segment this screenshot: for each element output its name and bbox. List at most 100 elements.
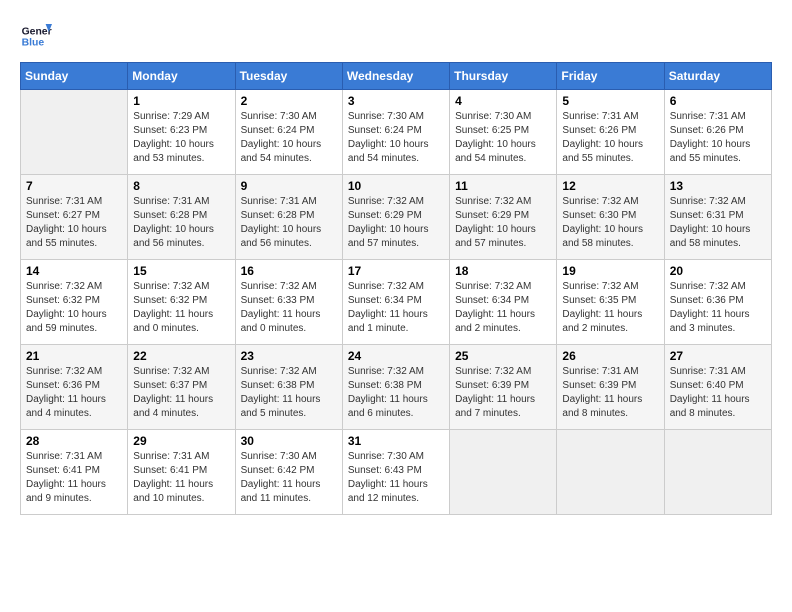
day-number: 23 [241,349,337,363]
day-info: Sunrise: 7:32 AMSunset: 6:39 PMDaylight:… [455,365,551,421]
day-number: 11 [455,179,551,193]
day-info: Sunrise: 7:30 AMSunset: 6:24 PMDaylight:… [348,110,444,166]
page-header: General Blue [20,20,772,52]
week-row-2: 7 Sunrise: 7:31 AMSunset: 6:27 PMDaylight… [21,175,772,260]
day-number: 3 [348,94,444,108]
day-number: 29 [133,434,229,448]
calendar-cell [557,430,664,515]
day-number: 27 [670,349,766,363]
day-number: 2 [241,94,337,108]
week-row-5: 28Sunrise: 7:31 AMSunset: 6:41 PMDayligh… [21,430,772,515]
calendar-cell: 21 Sunrise: 7:32 AMSunset: 6:36 PMDayligh… [21,345,128,430]
weekday-sunday: Sunday [21,63,128,90]
day-number: 21 [26,349,122,363]
calendar-cell: 7 Sunrise: 7:31 AMSunset: 6:27 PMDaylight… [21,175,128,260]
week-row-1: 1 Sunrise: 7:29 AMSunset: 6:23 PMDaylight… [21,90,772,175]
calendar-table: SundayMondayTuesdayWednesdayThursdayFrid… [20,62,772,515]
weekday-monday: Monday [128,63,235,90]
calendar-cell: 18Sunrise: 7:32 AMSunset: 6:34 PMDayligh… [450,260,557,345]
day-number: 5 [562,94,658,108]
day-number: 10 [348,179,444,193]
svg-text:Blue: Blue [22,38,45,49]
day-info: Sunrise: 7:32 AMSunset: 6:38 PMDaylight:… [348,365,444,421]
week-row-4: 21 Sunrise: 7:32 AMSunset: 6:36 PMDayligh… [21,345,772,430]
weekday-thursday: Thursday [450,63,557,90]
day-info: Sunrise: 7:31 AMSunset: 6:28 PMDaylight:… [241,195,337,251]
calendar-cell: 5 Sunrise: 7:31 AMSunset: 6:26 PMDaylight… [557,90,664,175]
day-number: 31 [348,434,444,448]
calendar-cell: 16Sunrise: 7:32 AMSunset: 6:33 PMDayligh… [235,260,342,345]
calendar-cell: 9 Sunrise: 7:31 AMSunset: 6:28 PMDaylight… [235,175,342,260]
weekday-saturday: Saturday [664,63,771,90]
day-info: Sunrise: 7:30 AMSunset: 6:42 PMDaylight:… [241,450,337,506]
calendar-cell: 25 Sunrise: 7:32 AMSunset: 6:39 PMDayligh… [450,345,557,430]
week-row-3: 14Sunrise: 7:32 AMSunset: 6:32 PMDayligh… [21,260,772,345]
calendar-cell: 23Sunrise: 7:32 AMSunset: 6:38 PMDayligh… [235,345,342,430]
calendar-cell: 14Sunrise: 7:32 AMSunset: 6:32 PMDayligh… [21,260,128,345]
calendar-cell: 4Sunrise: 7:30 AMSunset: 6:25 PMDaylight… [450,90,557,175]
calendar-cell: 15 Sunrise: 7:32 AMSunset: 6:32 PMDayligh… [128,260,235,345]
day-info: Sunrise: 7:32 AMSunset: 6:32 PMDaylight:… [133,280,229,336]
day-number: 9 [241,179,337,193]
day-number: 26 [562,349,658,363]
logo-icon: General Blue [20,20,52,52]
calendar-cell: 19Sunrise: 7:32 AMSunset: 6:35 PMDayligh… [557,260,664,345]
day-info: Sunrise: 7:31 AMSunset: 6:27 PMDaylight:… [26,195,122,251]
day-number: 25 [455,349,551,363]
day-info: Sunrise: 7:32 AMSunset: 6:37 PMDaylight:… [133,365,229,421]
day-info: Sunrise: 7:32 AMSunset: 6:30 PMDaylight:… [562,195,658,251]
day-info: Sunrise: 7:32 AMSunset: 6:31 PMDaylight:… [670,195,766,251]
day-info: Sunrise: 7:32 AMSunset: 6:36 PMDaylight:… [26,365,122,421]
day-number: 30 [241,434,337,448]
day-info: Sunrise: 7:29 AMSunset: 6:23 PMDaylight:… [133,110,229,166]
day-info: Sunrise: 7:31 AMSunset: 6:28 PMDaylight:… [133,195,229,251]
calendar-cell: 12Sunrise: 7:32 AMSunset: 6:30 PMDayligh… [557,175,664,260]
day-info: Sunrise: 7:32 AMSunset: 6:29 PMDaylight:… [348,195,444,251]
calendar-cell: 8 Sunrise: 7:31 AMSunset: 6:28 PMDaylight… [128,175,235,260]
day-number: 22 [133,349,229,363]
day-number: 24 [348,349,444,363]
weekday-tuesday: Tuesday [235,63,342,90]
calendar-cell: 28Sunrise: 7:31 AMSunset: 6:41 PMDayligh… [21,430,128,515]
calendar-cell: 20 Sunrise: 7:32 AMSunset: 6:36 PMDayligh… [664,260,771,345]
day-number: 18 [455,264,551,278]
calendar-cell: 2 Sunrise: 7:30 AMSunset: 6:24 PMDaylight… [235,90,342,175]
day-number: 17 [348,264,444,278]
day-info: Sunrise: 7:31 AMSunset: 6:26 PMDaylight:… [562,110,658,166]
calendar-cell [450,430,557,515]
calendar-cell: 1 Sunrise: 7:29 AMSunset: 6:23 PMDaylight… [128,90,235,175]
calendar-cell: 17 Sunrise: 7:32 AMSunset: 6:34 PMDayligh… [342,260,449,345]
day-number: 6 [670,94,766,108]
calendar-cell: 30 Sunrise: 7:30 AMSunset: 6:42 PMDayligh… [235,430,342,515]
calendar-cell: 31 Sunrise: 7:30 AMSunset: 6:43 PMDayligh… [342,430,449,515]
day-number: 4 [455,94,551,108]
logo: General Blue [20,20,52,52]
calendar-cell: 3 Sunrise: 7:30 AMSunset: 6:24 PMDaylight… [342,90,449,175]
day-info: Sunrise: 7:32 AMSunset: 6:34 PMDaylight:… [348,280,444,336]
day-info: Sunrise: 7:32 AMSunset: 6:33 PMDaylight:… [241,280,337,336]
day-number: 20 [670,264,766,278]
calendar-cell [664,430,771,515]
day-info: Sunrise: 7:30 AMSunset: 6:24 PMDaylight:… [241,110,337,166]
calendar-cell: 26 Sunrise: 7:31 AMSunset: 6:39 PMDayligh… [557,345,664,430]
day-number: 15 [133,264,229,278]
day-info: Sunrise: 7:32 AMSunset: 6:36 PMDaylight:… [670,280,766,336]
day-number: 8 [133,179,229,193]
calendar-cell: 6 Sunrise: 7:31 AMSunset: 6:26 PMDaylight… [664,90,771,175]
day-number: 1 [133,94,229,108]
day-info: Sunrise: 7:31 AMSunset: 6:41 PMDaylight:… [133,450,229,506]
calendar-cell [21,90,128,175]
calendar-cell: 11 Sunrise: 7:32 AMSunset: 6:29 PMDayligh… [450,175,557,260]
calendar-cell: 27Sunrise: 7:31 AMSunset: 6:40 PMDayligh… [664,345,771,430]
calendar-cell: 24 Sunrise: 7:32 AMSunset: 6:38 PMDayligh… [342,345,449,430]
weekday-header-row: SundayMondayTuesdayWednesdayThursdayFrid… [21,63,772,90]
day-info: Sunrise: 7:31 AMSunset: 6:39 PMDaylight:… [562,365,658,421]
calendar-cell: 10 Sunrise: 7:32 AMSunset: 6:29 PMDayligh… [342,175,449,260]
day-info: Sunrise: 7:32 AMSunset: 6:29 PMDaylight:… [455,195,551,251]
day-info: Sunrise: 7:32 AMSunset: 6:32 PMDaylight:… [26,280,122,336]
day-number: 7 [26,179,122,193]
weekday-friday: Friday [557,63,664,90]
day-info: Sunrise: 7:31 AMSunset: 6:26 PMDaylight:… [670,110,766,166]
day-number: 19 [562,264,658,278]
day-info: Sunrise: 7:30 AMSunset: 6:43 PMDaylight:… [348,450,444,506]
